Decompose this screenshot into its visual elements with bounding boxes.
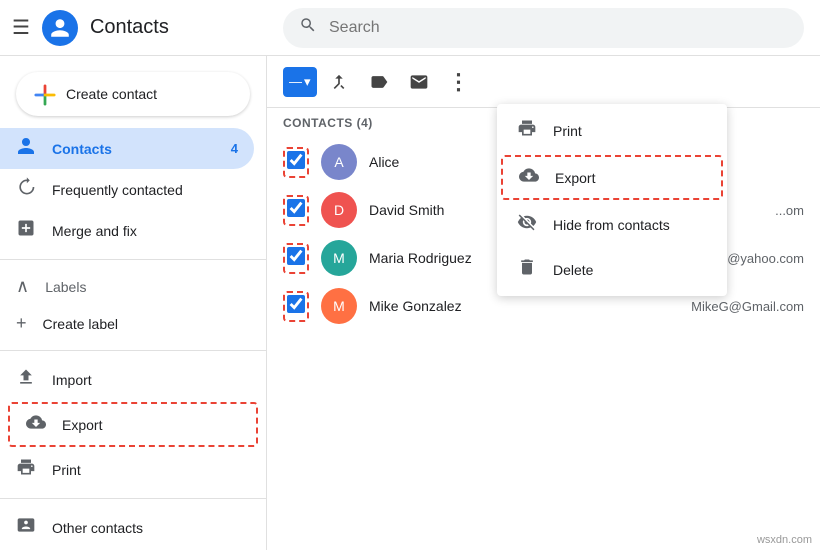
select-all-button[interactable]: — ▾	[283, 67, 317, 97]
export-sidebar-highlight: Export	[8, 402, 258, 447]
avatar: M	[321, 288, 357, 324]
other-contacts-label: Other contacts	[52, 520, 143, 536]
dropdown-menu: Print Export Hide from contacts Delete	[497, 104, 727, 296]
select-chevron-icon: ▾	[304, 74, 311, 90]
print-dropdown-icon	[517, 118, 537, 143]
sidebar-item-other-contacts[interactable]: Other contacts	[0, 507, 254, 548]
content-area: — ▾ ⋮ CONTACTS (4) A	[267, 56, 820, 550]
sidebar-item-contacts[interactable]: Contacts 4	[0, 128, 254, 169]
hamburger-menu-icon[interactable]: ☰	[12, 15, 30, 40]
checkbox-highlight-alice	[283, 147, 309, 178]
import-label: Import	[52, 372, 92, 388]
hide-icon	[517, 212, 537, 237]
search-bar[interactable]	[283, 8, 804, 48]
export-label: Export	[62, 417, 102, 433]
main-layout: Create contact Contacts 4 Frequently con…	[0, 56, 820, 550]
frequently-label: Frequently contacted	[52, 182, 183, 198]
sidebar-item-merge[interactable]: Merge and fix	[0, 210, 254, 251]
export-icon	[26, 412, 46, 437]
plus-icon: +	[16, 313, 27, 334]
delete-icon	[517, 257, 537, 282]
print-icon	[16, 457, 36, 482]
merge-icon	[16, 218, 36, 243]
contact-checkbox-david[interactable]	[287, 199, 305, 217]
colorful-plus-icon	[34, 84, 54, 104]
checkbox-highlight-mike	[283, 291, 309, 322]
dropdown-item-hide[interactable]: Hide from contacts	[497, 202, 727, 247]
create-contact-label: Create contact	[66, 86, 157, 102]
export-dropdown-label: Export	[555, 170, 595, 186]
labels-section-label: Labels	[45, 279, 86, 295]
sidebar-item-import[interactable]: Import	[0, 359, 254, 400]
select-all-icon: —	[289, 74, 302, 89]
checkbox-highlight-david	[283, 195, 309, 226]
sidebar: Create contact Contacts 4 Frequently con…	[0, 56, 267, 550]
sidebar-labels-section[interactable]: ∧ Labels	[0, 268, 266, 305]
avatar: D	[321, 192, 357, 228]
email-toolbar-button[interactable]	[401, 64, 437, 100]
contact-checkbox-mike[interactable]	[287, 295, 305, 313]
sidebar-divider-1	[0, 259, 266, 260]
sidebar-item-export[interactable]: Export	[10, 404, 256, 445]
hide-dropdown-label: Hide from contacts	[553, 217, 670, 233]
cloud-download-icon	[519, 165, 539, 190]
history-icon	[16, 177, 36, 202]
create-contact-button[interactable]: Create contact	[16, 72, 250, 116]
sidebar-divider-2	[0, 350, 266, 351]
more-icon: ⋮	[448, 69, 470, 95]
contact-email: ...om	[775, 203, 804, 218]
sidebar-divider-3	[0, 498, 266, 499]
app-avatar	[42, 10, 78, 46]
app-header: ☰ Contacts	[0, 0, 820, 56]
sidebar-item-print[interactable]: Print	[0, 449, 254, 490]
import-icon	[16, 367, 36, 392]
print-dropdown-label: Print	[553, 123, 582, 139]
other-contacts-icon	[16, 515, 36, 540]
contact-checkbox-maria[interactable]	[287, 247, 305, 265]
sidebar-item-frequently[interactable]: Frequently contacted	[0, 169, 254, 210]
watermark: wsxdn.com	[757, 534, 812, 546]
dropdown-item-print[interactable]: Print	[497, 108, 727, 153]
dropdown-item-export[interactable]: Export	[501, 155, 723, 200]
merge-label: Merge and fix	[52, 223, 137, 239]
contacts-label: Contacts	[52, 141, 112, 157]
avatar: M	[321, 240, 357, 276]
label-toolbar-button[interactable]	[361, 64, 397, 100]
toolbar: — ▾ ⋮	[267, 56, 820, 108]
print-label: Print	[52, 462, 81, 478]
header-left: ☰ Contacts	[0, 10, 267, 46]
merge-toolbar-button[interactable]	[321, 64, 357, 100]
delete-dropdown-label: Delete	[553, 262, 593, 278]
checkbox-highlight-maria	[283, 243, 309, 274]
more-options-button[interactable]: ⋮	[441, 64, 477, 100]
contacts-badge: 4	[231, 141, 238, 156]
chevron-up-icon: ∧	[16, 276, 29, 297]
create-label-text: Create label	[43, 316, 119, 332]
contact-name: Mike Gonzalez	[369, 298, 679, 314]
contact-email: MikeG@Gmail.com	[691, 299, 804, 314]
app-title: Contacts	[90, 16, 169, 39]
search-icon	[299, 16, 317, 39]
contact-checkbox-alice[interactable]	[287, 151, 305, 169]
avatar: A	[321, 144, 357, 180]
dropdown-item-delete[interactable]: Delete	[497, 247, 727, 292]
search-input[interactable]	[329, 19, 788, 37]
person-icon	[16, 136, 36, 161]
sidebar-item-create-label[interactable]: + Create label	[0, 305, 254, 342]
